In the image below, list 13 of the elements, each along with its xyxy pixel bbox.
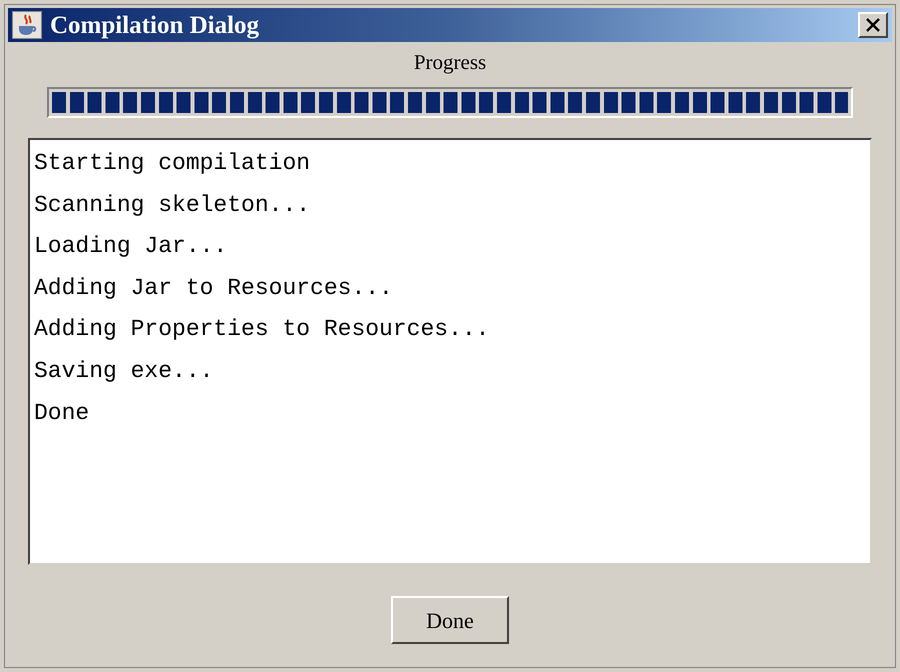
close-button[interactable] [858, 12, 888, 38]
window-title: Compilation Dialog [50, 12, 260, 38]
log-line: Saving exe... [34, 356, 214, 386]
log-line: Loading Jar... [34, 232, 228, 262]
progress-label: Progress [414, 52, 486, 73]
log-line: Adding Jar to Resources... [34, 274, 393, 303]
close-icon [865, 18, 881, 32]
done-button[interactable]: Done [391, 596, 509, 644]
log-line: Scanning skeleton... [34, 190, 310, 220]
log-line: Starting compilation [34, 149, 310, 178]
log-line: Adding Properties to Resources... [34, 315, 490, 344]
coffee-cup-icon [12, 11, 42, 39]
log-line: Done [34, 398, 90, 428]
